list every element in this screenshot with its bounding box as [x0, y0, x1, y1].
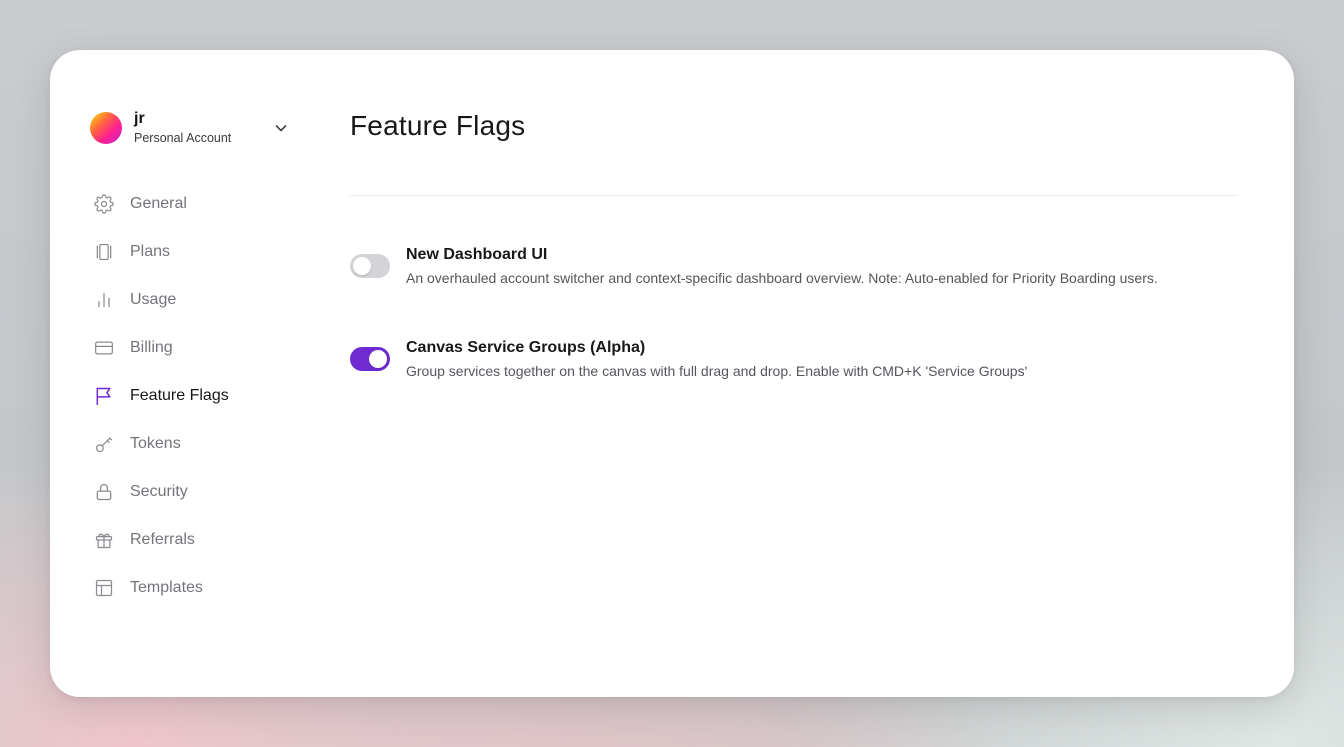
toggle-knob — [369, 350, 387, 368]
sidebar-item-tokens[interactable]: Tokens — [92, 426, 302, 462]
sidebar-item-feature-flags[interactable]: Feature Flags — [92, 378, 302, 414]
sidebar-item-label: Templates — [130, 579, 203, 596]
toggle-switch[interactable] — [350, 254, 390, 278]
credit-card-icon — [94, 338, 114, 358]
gift-icon — [94, 530, 114, 550]
sidebar-item-billing[interactable]: Billing — [92, 330, 302, 366]
page-title: Feature Flags — [350, 110, 526, 141]
sidebar-item-referrals[interactable]: Referrals — [92, 522, 302, 558]
sidebar-item-label: Feature Flags — [130, 387, 229, 404]
chevron-down-icon[interactable] — [273, 120, 289, 136]
sidebar-item-usage[interactable]: Usage — [92, 282, 302, 318]
template-icon — [94, 578, 114, 598]
account-name: jr — [134, 109, 145, 127]
sidebar-item-security[interactable]: Security — [92, 474, 302, 510]
sidebar-item-general[interactable]: General — [92, 186, 302, 222]
bar-chart-icon — [94, 290, 114, 310]
sidebar-item-label: Billing — [130, 339, 173, 356]
lock-icon — [94, 482, 114, 502]
sidebar-item-plans[interactable]: Plans — [92, 234, 302, 270]
key-icon — [94, 434, 114, 454]
sidebar-item-label: General — [130, 195, 187, 212]
sidebar-item-label: Usage — [130, 291, 177, 308]
flag-description: An overhauled account switcher and conte… — [406, 270, 1158, 286]
plans-icon — [94, 242, 114, 262]
divider — [350, 195, 1238, 196]
sidebar-item-label: Plans — [130, 243, 171, 260]
sidebar-item-label: Tokens — [130, 435, 181, 452]
account-switcher[interactable]: jr Personal Account — [90, 110, 300, 146]
toggle-knob — [353, 257, 371, 275]
sidebar-item-label: Referrals — [130, 531, 195, 548]
toggle-switch[interactable] — [350, 347, 390, 371]
sidebar-item-templates[interactable]: Templates — [92, 570, 302, 606]
account-info: jr Personal Account — [134, 110, 231, 147]
flag-title: New Dashboard UI — [406, 246, 548, 263]
settings-card: jr Personal Account General Plans Usage … — [50, 50, 1294, 697]
gear-icon — [94, 194, 114, 214]
sidebar-item-label: Security — [130, 483, 188, 500]
flag-icon — [94, 386, 114, 406]
flag-description: Group services together on the canvas wi… — [406, 363, 1028, 379]
account-type: Personal Account — [134, 130, 232, 145]
avatar — [90, 112, 122, 144]
flag-title: Canvas Service Groups (Alpha) — [406, 339, 646, 356]
